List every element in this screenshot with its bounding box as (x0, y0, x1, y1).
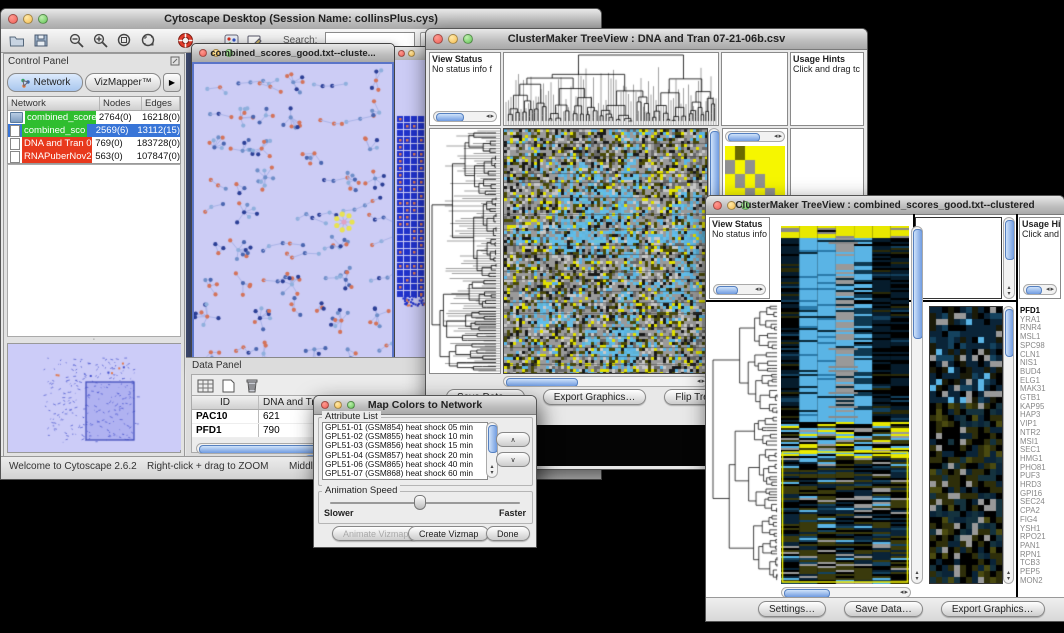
move-up-button[interactable]: ∧ (496, 432, 530, 447)
network-view-title: combined_scores_good.txt--cluste... (192, 48, 394, 59)
view-status-hscrollbar[interactable]: ◂▸ (433, 111, 497, 122)
view-status-panel: View Status No status info f ◂▸ (429, 52, 501, 126)
row-dendrogram[interactable] (709, 303, 779, 584)
delete-attribute-icon[interactable] (242, 378, 260, 393)
row-dendrogram[interactable] (429, 128, 501, 374)
network-tree-whitespace (7, 164, 181, 337)
network-type-icon (10, 138, 20, 150)
network-icon (20, 78, 31, 88)
tab-vizmapper[interactable]: VizMapper™ (85, 73, 161, 92)
network-canvas-viewport[interactable] (192, 62, 394, 366)
minimize-button[interactable] (408, 50, 415, 57)
network-overview-panel[interactable] (7, 343, 181, 453)
column-dendrogram[interactable] (503, 52, 719, 126)
animate-vizmap-button[interactable]: Animate Vizmap (332, 526, 419, 541)
control-panel-title: Control Panel (8, 56, 69, 71)
treeview-combined-window: ClusterMaker TreeView : combined_scores_… (705, 195, 1064, 622)
gene-label[interactable]: MON2 (1020, 577, 1060, 584)
float-panel-icon[interactable] (170, 56, 180, 71)
heatmap-zoom-panel[interactable] (929, 306, 1003, 584)
save-session-icon[interactable] (31, 32, 51, 50)
attribute-list-vscrollbar[interactable]: ▴▾ (486, 422, 498, 478)
attribute-list-label: Attribute List (322, 411, 381, 422)
network-list-item[interactable]: combined_scores_ 2764(0) 16218(0) (8, 111, 180, 124)
network-view-titlebar[interactable]: combined_scores_good.txt--cluste... (192, 44, 394, 63)
treeview-combined-title: ClusterMaker TreeView : combined_scores_… (706, 200, 1064, 211)
network-type-icon (10, 125, 20, 137)
zoom-selected-icon[interactable] (115, 32, 135, 50)
column-labels[interactable] (915, 217, 1002, 299)
heatmap-global-view[interactable] (781, 226, 909, 584)
network-list-item[interactable]: combined_sco 2569(6) 13112(15) (8, 124, 180, 137)
treeview-dna-titlebar[interactable]: ClusterMaker TreeView : DNA and Tran 07-… (426, 29, 867, 50)
usage-hints-hscrollbar[interactable]: ◂▸ (1023, 284, 1057, 295)
heatmap-hscrollbar[interactable]: ◂▸ (503, 376, 708, 387)
network-list: Network Nodes Edges combined_scores_ 276… (7, 96, 181, 164)
zoom-fit-icon[interactable] (139, 32, 159, 50)
create-vizmap-button[interactable]: Create Vizmap (408, 526, 489, 541)
treeview-action-button[interactable]: Settings… (758, 601, 826, 617)
tab-network[interactable]: Network (7, 73, 83, 92)
dialog-title: Map Colors to Network (314, 399, 536, 411)
heatmap-global-view[interactable] (503, 128, 708, 374)
button-bar: Settings… Save Data… Export Graphics… (706, 597, 1064, 621)
faster-label: Faster (499, 508, 526, 518)
treeview-action-button[interactable]: Save Data… (844, 601, 923, 617)
gene-label-list[interactable]: PFD1YRA1RNR4MSL1SPC98CLN1NIS1BUD4ELG1MAK… (1018, 306, 1062, 584)
treeview-dna-title: ClusterMaker TreeView : DNA and Tran 07-… (426, 33, 867, 45)
control-panel: Control Panel Network VizMapper™ ▶ Netwo… (3, 53, 185, 457)
network-list-item[interactable]: DNA and Tran 07 769(0) 183728(0) (8, 137, 180, 150)
network-list-item[interactable]: RNAPuberNov2+ 563(0) 107847(0) (8, 150, 180, 163)
network-view-window: combined_scores_good.txt--cluste... (191, 43, 395, 367)
tab-overflow-icon[interactable]: ▶ (163, 73, 181, 92)
view-status-hscrollbar[interactable]: ◂▸ (713, 284, 766, 295)
attribute-select-icon[interactable] (196, 378, 214, 393)
attribute-list[interactable]: GPL51-01 (GSM854) heat shock 05 minGPL51… (322, 422, 488, 480)
zoom-in-icon[interactable] (91, 32, 111, 50)
open-session-icon[interactable] (7, 32, 27, 50)
zoom-panel-hscrollbar[interactable]: ◂▸ (725, 131, 785, 142)
desktop: Cytoscape Desktop (Session Name: collins… (0, 0, 1064, 633)
network-type-icon (10, 151, 20, 163)
view-status-panel: View Status No status info t ◂▸ (709, 217, 770, 299)
animation-speed-label: Animation Speed (322, 485, 400, 496)
done-button[interactable]: Done (486, 526, 530, 541)
column-labels[interactable] (721, 52, 788, 126)
treeview-action-button[interactable]: Export Graphics… (543, 389, 647, 405)
usage-hints-panel: Usage Hi Click and ◂▸ (1019, 217, 1061, 299)
heatmap-vscrollbar[interactable]: ▴▾ (911, 226, 923, 584)
gene-list-vscrollbar[interactable]: ▴▾ (1003, 306, 1014, 584)
map-colors-dialog: Map Colors to Network Attribute List GPL… (313, 395, 537, 548)
network-type-icon (10, 112, 23, 123)
main-titlebar[interactable]: Cytoscape Desktop (Session Name: collins… (1, 9, 601, 30)
usage-hints-panel: Usage Hints Click and drag tc (790, 52, 864, 126)
new-attribute-icon[interactable] (219, 378, 237, 393)
main-window-title: Cytoscape Desktop (Session Name: collins… (1, 13, 601, 25)
attribute-list-item[interactable]: GPL51-07 (GSM868) heat shock 60 min (323, 469, 487, 478)
column-labels-vscrollbar[interactable]: ▴▾ (1003, 217, 1015, 299)
close-button[interactable] (398, 50, 405, 57)
treeview-action-button[interactable]: Export Graphics… (941, 601, 1045, 617)
move-down-button[interactable]: ∨ (496, 452, 530, 467)
treeview-combined-titlebar[interactable]: ClusterMaker TreeView : combined_scores_… (706, 196, 1064, 215)
speed-slider-thumb[interactable] (414, 495, 426, 510)
status-hint-zoom: Right-click + drag to ZOOM (147, 461, 268, 472)
zoom-out-icon[interactable] (67, 32, 87, 50)
slower-label: Slower (324, 508, 354, 518)
network-list-header: Network Nodes Edges (8, 97, 180, 111)
status-welcome: Welcome to Cytoscape 2.6.2 (9, 461, 137, 472)
